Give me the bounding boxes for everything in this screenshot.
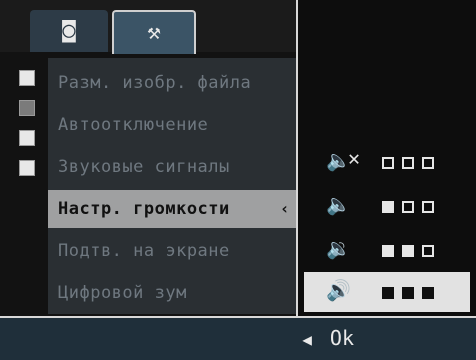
camera-screen: ◙ ⚒ Разм. изобр. файла Автоотключение Зв…	[0, 0, 476, 360]
volume-bar	[382, 287, 394, 299]
menu-item-label: Разм. изобр. файла	[58, 73, 252, 93]
volume-option-high[interactable]: 🔊	[304, 272, 470, 312]
ok-hint[interactable]: ◀ Ok	[302, 326, 354, 350]
menu-item-label: Звуковые сигналы	[58, 157, 230, 177]
mute-x-icon: ✕	[348, 146, 361, 170]
volume-bar	[402, 245, 414, 257]
volume-option-low[interactable]: 🔈	[304, 186, 470, 226]
volume-bars	[382, 198, 442, 217]
menu-item-label: Подтв. на экране	[58, 241, 230, 261]
menu-item-beep[interactable]: Звуковые сигналы	[48, 148, 296, 186]
page-markers	[14, 70, 40, 190]
menu-item-label: Настр. громкости	[58, 199, 230, 219]
camera-icon: ◙	[62, 18, 76, 43]
page-marker-4	[19, 160, 35, 176]
volume-bars	[382, 284, 442, 303]
volume-bar	[382, 157, 394, 169]
menu-item-auto-off[interactable]: Автоотключение	[48, 106, 296, 144]
volume-panel: 🔈 ✕ 🔈 🔉 🔊	[296, 0, 476, 316]
speaker-mid-icon: 🔉	[326, 236, 351, 260]
menu-item-image-size[interactable]: Разм. изобр. файла	[48, 64, 296, 102]
volume-bars	[382, 242, 442, 261]
volume-bar	[402, 201, 414, 213]
menu-item-label: Автоотключение	[58, 115, 209, 135]
arrow-left-icon: ◀	[302, 330, 312, 349]
menu-item-digital-zoom[interactable]: Цифровой зум	[48, 274, 296, 312]
footer-bar: ◀ Ok	[0, 316, 476, 360]
page-marker-2	[19, 100, 35, 116]
menu-item-volume[interactable]: Настр. громкости ‹	[48, 190, 296, 228]
volume-bar	[422, 287, 434, 299]
volume-bar	[422, 157, 434, 169]
chevron-left-icon: ‹	[279, 199, 290, 218]
setup-menu: Разм. изобр. файла Автоотключение Звуков…	[48, 58, 296, 314]
menu-item-label: Цифровой зум	[58, 283, 187, 303]
volume-bar	[422, 201, 434, 213]
volume-option-mid[interactable]: 🔉	[304, 230, 470, 270]
volume-bar	[402, 287, 414, 299]
volume-bar	[382, 245, 394, 257]
menu-item-confirm[interactable]: Подтв. на экране	[48, 232, 296, 270]
volume-bar	[402, 157, 414, 169]
tools-icon: ⚒	[147, 20, 161, 45]
speaker-low-icon: 🔈	[326, 192, 351, 216]
page-marker-1	[19, 70, 35, 86]
tab-camera[interactable]: ◙	[30, 10, 108, 52]
tab-bar: ◙ ⚒	[0, 0, 296, 54]
volume-bar	[422, 245, 434, 257]
volume-option-mute[interactable]: 🔈 ✕	[304, 142, 470, 182]
speaker-high-icon: 🔊	[326, 278, 351, 302]
volume-bars	[382, 154, 442, 173]
ok-label: Ok	[329, 326, 354, 350]
page-marker-3	[19, 130, 35, 146]
volume-bar	[382, 201, 394, 213]
tab-setup[interactable]: ⚒	[112, 10, 196, 54]
